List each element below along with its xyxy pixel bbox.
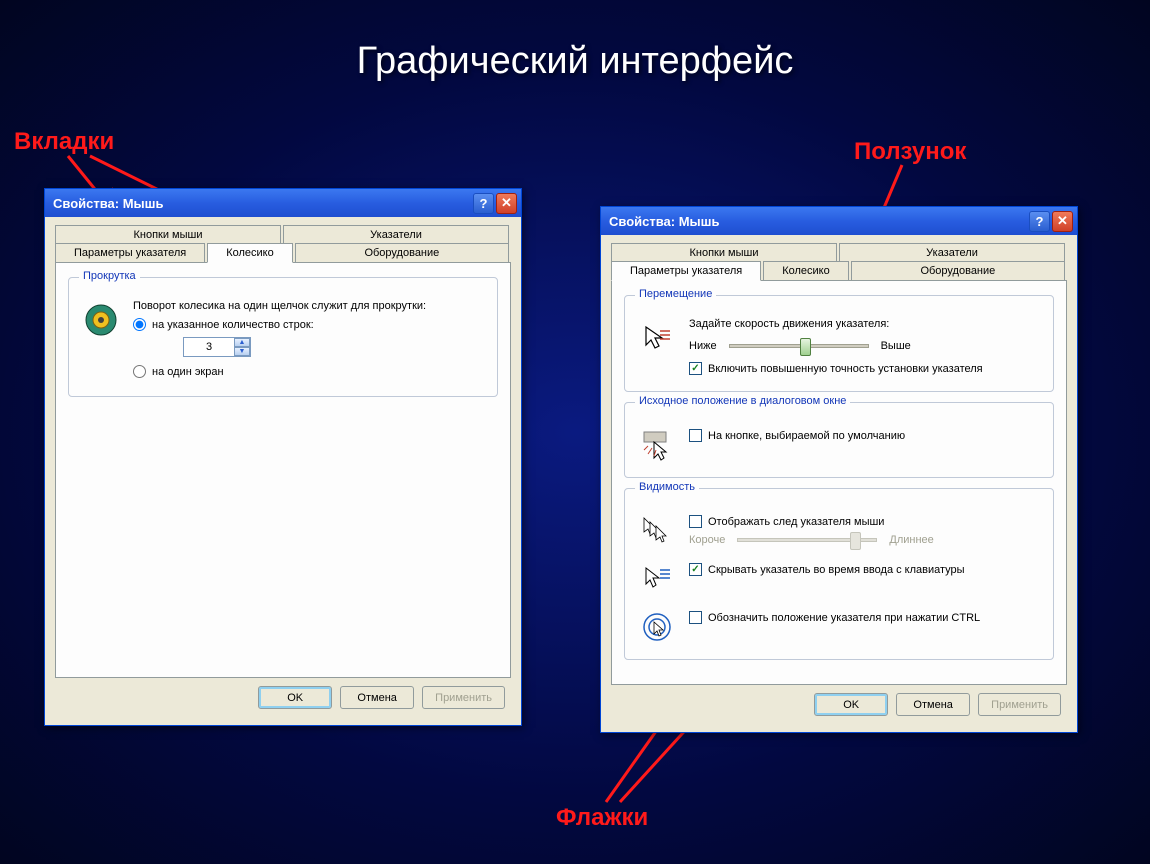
tab-pointers[interactable]: Указатели <box>839 243 1065 262</box>
snap-icon <box>637 425 677 465</box>
precision-label: Включить повышенную точность установки у… <box>708 363 983 375</box>
wheel-icon <box>81 300 121 340</box>
ok-button[interactable]: OK <box>814 693 888 716</box>
trail-short-label: Короче <box>689 534 725 546</box>
tab-pointers[interactable]: Указатели <box>283 225 509 244</box>
annotation-tabs: Вкладки <box>14 128 114 156</box>
hide-typing-label: Скрывать указатель во время ввода с клав… <box>708 564 965 576</box>
ctrl-locate-label: Обозначить положение указателя при нажат… <box>708 612 980 624</box>
tab-wheel[interactable]: Колесико <box>763 261 849 281</box>
tab-pointer-options[interactable]: Параметры указателя <box>55 243 205 263</box>
hide-typing-icon <box>637 559 677 599</box>
checkbox-precision[interactable]: ✓ <box>689 362 702 375</box>
trail-icon <box>637 511 677 551</box>
speed-desc: Задайте скорость движения указателя: <box>689 318 1041 330</box>
tab-buttons[interactable]: Кнопки мыши <box>55 225 281 244</box>
checkbox-hide-typing[interactable]: ✓ <box>689 563 702 576</box>
window-title: Свойства: Мышь <box>609 214 720 229</box>
tab-hardware[interactable]: Оборудование <box>851 261 1065 281</box>
apply-button[interactable]: Применить <box>422 686 505 709</box>
group-move: Перемещение Задайте скорость движения ук… <box>624 295 1054 392</box>
trail-slider <box>737 538 877 542</box>
dialog-mouse-right: Свойства: Мышь ? ✕ Кнопки мыши Указатели… <box>600 206 1078 733</box>
checkbox-ctrl-locate[interactable] <box>689 611 702 624</box>
cancel-button[interactable]: Отмена <box>896 693 970 716</box>
tab-wheel[interactable]: Колесико <box>207 243 293 263</box>
help-button[interactable]: ? <box>1029 211 1050 232</box>
slider-slow-label: Ниже <box>689 340 717 352</box>
ctrl-locate-icon <box>637 607 677 647</box>
tab-hardware[interactable]: Оборудование <box>295 243 509 263</box>
help-button[interactable]: ? <box>473 193 494 214</box>
group-snap: Исходное положение в диалоговом окне На … <box>624 402 1054 478</box>
lines-spinner[interactable]: ▲ ▼ <box>183 337 251 357</box>
radio-screen-label: на один экран <box>152 366 224 378</box>
ok-button[interactable]: OK <box>258 686 332 709</box>
group-snap-title: Исходное положение в диалоговом окне <box>635 395 850 407</box>
slide-title: Графический интерфейс <box>0 40 1150 83</box>
titlebar[interactable]: Свойства: Мышь ? ✕ <box>601 207 1077 235</box>
scroll-desc: Поворот колесика на один щелчок служит д… <box>133 300 485 312</box>
checkbox-snap[interactable] <box>689 429 702 442</box>
checkbox-trail[interactable] <box>689 515 702 528</box>
group-visibility-title: Видимость <box>635 481 699 493</box>
radio-lines-label: на указанное количество строк: <box>152 319 314 331</box>
spinner-down[interactable]: ▼ <box>234 347 250 356</box>
radio-lines[interactable] <box>133 318 146 331</box>
tab-pointer-options[interactable]: Параметры указателя <box>611 261 761 281</box>
apply-button[interactable]: Применить <box>978 693 1061 716</box>
trail-label: Отображать след указателя мыши <box>708 516 884 528</box>
tab-buttons[interactable]: Кнопки мыши <box>611 243 837 262</box>
spinner-up[interactable]: ▲ <box>234 338 250 347</box>
close-button[interactable]: ✕ <box>1052 211 1073 232</box>
lines-input[interactable] <box>184 338 234 356</box>
radio-screen[interactable] <box>133 365 146 378</box>
pointer-speed-icon <box>637 318 677 358</box>
speed-slider[interactable] <box>729 344 869 348</box>
titlebar[interactable]: Свойства: Мышь ? ✕ <box>45 189 521 217</box>
cancel-button[interactable]: Отмена <box>340 686 414 709</box>
slider-fast-label: Выше <box>881 340 911 352</box>
group-scroll: Прокрутка Поворот колесика на один щелчо… <box>68 277 498 397</box>
snap-label: На кнопке, выбираемой по умолчанию <box>708 430 905 442</box>
annotation-slider: Ползунок <box>854 138 966 166</box>
dialog-mouse-left: Свойства: Мышь ? ✕ Кнопки мыши Указатели… <box>44 188 522 726</box>
close-button[interactable]: ✕ <box>496 193 517 214</box>
group-move-title: Перемещение <box>635 288 716 300</box>
group-visibility: Видимость Отображать след указателя мыши <box>624 488 1054 660</box>
window-title: Свойства: Мышь <box>53 196 164 211</box>
annotation-checkboxes: Флажки <box>556 804 648 832</box>
group-scroll-title: Прокрутка <box>79 270 140 282</box>
trail-long-label: Длиннее <box>889 534 933 546</box>
